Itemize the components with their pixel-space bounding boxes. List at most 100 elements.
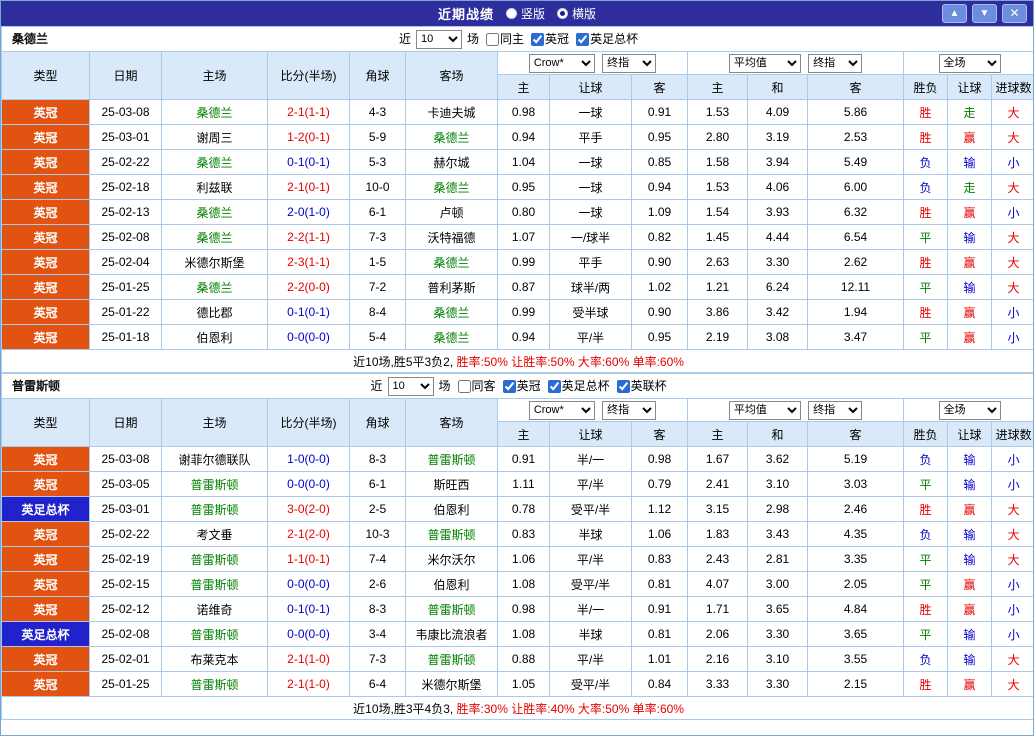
crown-handicap-cell: 半球 <box>550 622 632 647</box>
layout-radio-horizontal[interactable]: 横版 <box>557 5 596 22</box>
handicap-result-cell: 赢 <box>948 325 992 350</box>
home-team-cell: 布莱克本 <box>162 647 268 672</box>
summary-prefix: 近10场,胜5平3负2, <box>353 355 456 369</box>
match-result-cell: 胜 <box>904 300 948 325</box>
match-row: 英冠25-02-19普雷斯顿1-1(0-1)7-4米尔沃尔1.06平/半0.83… <box>2 547 1034 572</box>
league-checkbox-championship[interactable]: 英冠 <box>527 27 569 51</box>
match-scope-select[interactable]: 全场 <box>939 401 1001 420</box>
avg-home-odds-cell: 2.06 <box>688 622 748 647</box>
recent-count-select[interactable]: 10 <box>388 377 434 396</box>
score-cell: 1-1(0-1) <box>268 547 350 572</box>
avg-draw-odds-cell: 4.09 <box>748 100 808 125</box>
close-button[interactable]: ✕ <box>1002 4 1027 23</box>
corner-cell: 3-4 <box>350 622 406 647</box>
league-checkbox-input[interactable] <box>576 33 589 46</box>
away-team-cell: 斯旺西 <box>406 472 498 497</box>
avg-away-odds-cell: 4.35 <box>808 522 904 547</box>
avg-home-odds-cell: 1.67 <box>688 447 748 472</box>
match-row: 英冠25-01-22德比郡0-1(0-1)8-4桑德兰0.99受半球0.903.… <box>2 300 1034 325</box>
match-row: 英冠25-02-18利兹联2-1(0-1)10-0桑德兰0.95一球0.941.… <box>2 175 1034 200</box>
crown-away-odds-cell: 0.91 <box>632 597 688 622</box>
crown-handicap-cell: 球半/两 <box>550 275 632 300</box>
league-checkbox-input[interactable] <box>548 380 561 393</box>
avg-home-odds-cell: 1.45 <box>688 225 748 250</box>
column-header-result: 胜负 <box>904 422 948 447</box>
date-cell: 25-02-18 <box>90 175 162 200</box>
column-header-goals-res: 进球数 <box>992 75 1034 100</box>
league-checkbox-input[interactable] <box>531 33 544 46</box>
column-header-handicap-res: 让球 <box>948 75 992 100</box>
radio-icon[interactable] <box>557 8 568 19</box>
league-checkbox-championship[interactable]: 英冠 <box>499 374 541 398</box>
corner-cell: 5-3 <box>350 150 406 175</box>
move-down-button[interactable]: ▼ <box>972 4 997 23</box>
type-cell: 英冠 <box>2 250 90 275</box>
away-team-cell: 韦康比流浪者 <box>406 622 498 647</box>
home-team-cell: 普雷斯顿 <box>162 672 268 697</box>
home-team-cell: 普雷斯顿 <box>162 497 268 522</box>
summary-stats: 胜率:30% 让胜率:40% 大率:50% 单率:60% <box>457 702 684 716</box>
average-time-select[interactable]: 终指 <box>808 401 862 420</box>
match-scope-select[interactable]: 全场 <box>939 54 1001 73</box>
date-cell: 25-03-08 <box>90 100 162 125</box>
layout-radio-vertical[interactable]: 竖版 <box>506 5 545 22</box>
home-team-cell: 普雷斯顿 <box>162 572 268 597</box>
column-header-type: 类型 <box>2 52 90 100</box>
same-venue-checkbox[interactable]: 同主 <box>482 27 524 51</box>
column-header-home: 主场 <box>162 399 268 447</box>
avg-draw-odds-cell: 4.44 <box>748 225 808 250</box>
league-checkbox-input[interactable] <box>617 380 630 393</box>
league-checkbox-facup[interactable]: 英足总杯 <box>544 374 610 398</box>
avg-away-odds-cell: 2.53 <box>808 125 904 150</box>
avg-draw-odds-cell: 3.43 <box>748 522 808 547</box>
crown-away-odds-cell: 0.81 <box>632 622 688 647</box>
avg-draw-odds-cell: 3.30 <box>748 672 808 697</box>
odds-provider-select[interactable]: Crow* <box>529 401 595 420</box>
score-cell: 0-0(0-0) <box>268 572 350 597</box>
same-venue-checkbox[interactable]: 同客 <box>454 374 496 398</box>
avg-home-odds-cell: 1.83 <box>688 522 748 547</box>
avg-home-odds-cell: 1.21 <box>688 275 748 300</box>
avg-draw-odds-cell: 3.10 <box>748 472 808 497</box>
league-checkbox-eflcup[interactable]: 英联杯 <box>613 374 667 398</box>
filters: 近 10 场 同主 英冠 英足总杯 <box>399 27 638 51</box>
crown-home-odds-cell: 1.06 <box>498 547 550 572</box>
column-header-date: 日期 <box>90 399 162 447</box>
handicap-result-cell: 输 <box>948 447 992 472</box>
average-odds-select[interactable]: 平均值 <box>729 401 801 420</box>
odds-selects-row: 类型 日期 主场 比分(半场) 角球 客场 Crow* 终指 平均值 终指 全场 <box>2 399 1034 422</box>
recent-count-select[interactable]: 10 <box>416 30 462 49</box>
avg-draw-odds-cell: 3.08 <box>748 325 808 350</box>
crown-away-odds-cell: 0.91 <box>632 100 688 125</box>
avg-home-odds-cell: 2.19 <box>688 325 748 350</box>
crown-handicap-cell: 受半球 <box>550 300 632 325</box>
home-team-cell: 桑德兰 <box>162 150 268 175</box>
odds-time-select[interactable]: 终指 <box>602 54 656 73</box>
move-up-button[interactable]: ▲ <box>942 4 967 23</box>
team-section-1: 桑德兰 近 10 场 同主 英冠 <box>1 26 1034 373</box>
match-row: 英足总杯25-02-08普雷斯顿0-0(0-0)3-4韦康比流浪者1.08半球0… <box>2 622 1034 647</box>
type-cell: 英冠 <box>2 572 90 597</box>
league-checkbox-facup[interactable]: 英足总杯 <box>572 27 638 51</box>
corner-cell: 7-3 <box>350 225 406 250</box>
odds-time-select[interactable]: 终指 <box>602 401 656 420</box>
radio-icon[interactable] <box>506 8 517 19</box>
handicap-result-cell: 输 <box>948 275 992 300</box>
average-odds-select[interactable]: 平均值 <box>729 54 801 73</box>
same-venue-checkbox-input[interactable] <box>458 380 471 393</box>
avg-away-odds-cell: 3.47 <box>808 325 904 350</box>
avg-home-odds-cell: 2.41 <box>688 472 748 497</box>
league-checkbox-input[interactable] <box>503 380 516 393</box>
home-team-cell: 桑德兰 <box>162 100 268 125</box>
same-venue-checkbox-input[interactable] <box>486 33 499 46</box>
avg-home-odds-cell: 2.80 <box>688 125 748 150</box>
crown-handicap-cell: 受平/半 <box>550 572 632 597</box>
home-team-cell: 桑德兰 <box>162 225 268 250</box>
goals-result-cell: 大 <box>992 275 1034 300</box>
date-cell: 25-02-01 <box>90 647 162 672</box>
corner-cell: 8-3 <box>350 597 406 622</box>
away-team-cell: 赫尔城 <box>406 150 498 175</box>
type-cell: 英冠 <box>2 275 90 300</box>
average-time-select[interactable]: 终指 <box>808 54 862 73</box>
odds-provider-select[interactable]: Crow* <box>529 54 595 73</box>
